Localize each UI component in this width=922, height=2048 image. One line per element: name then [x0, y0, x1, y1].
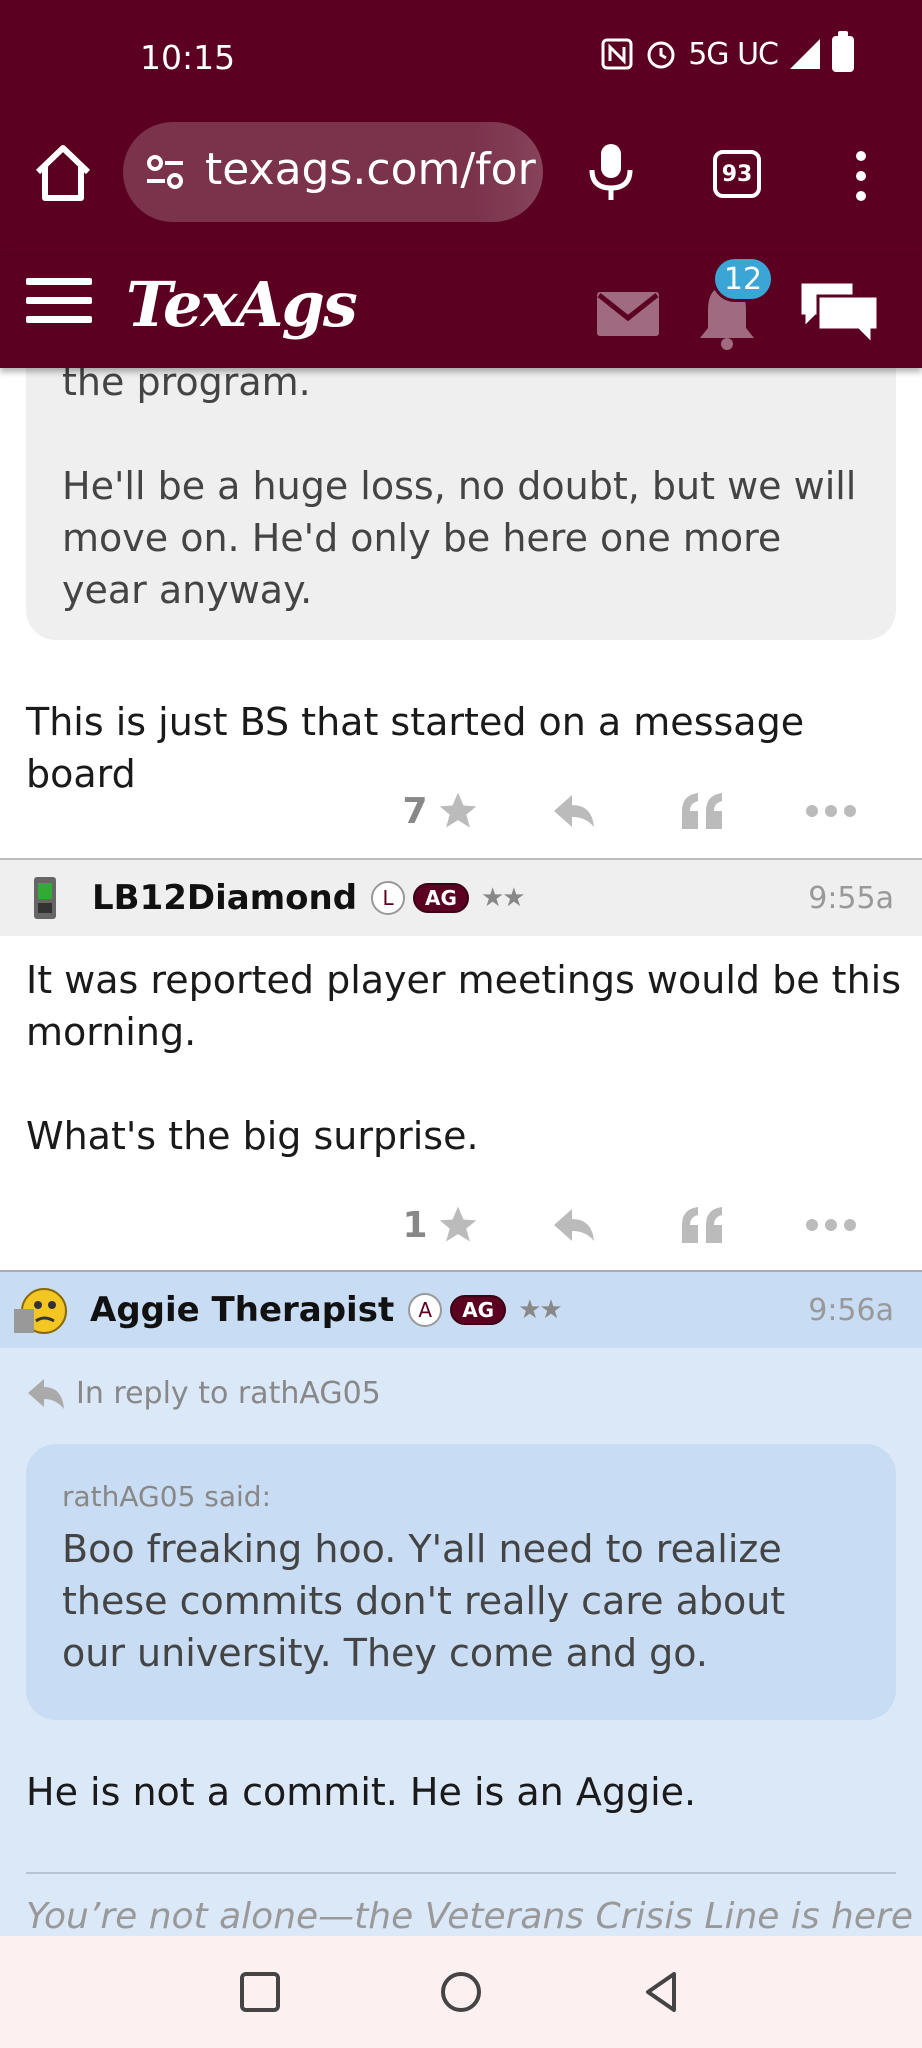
user-badge-ag: AG	[450, 1295, 507, 1325]
signature-divider	[26, 1872, 896, 1874]
status-icons: 5G UC	[600, 31, 854, 72]
username[interactable]: LB12Diamond	[92, 878, 357, 918]
system-nav-bar	[0, 1936, 922, 2048]
post-actions: 7	[376, 776, 896, 846]
reply-icon[interactable]	[506, 1203, 636, 1247]
in-reply-to-text: In reply to rathAG05	[76, 1376, 381, 1411]
home-icon[interactable]	[30, 140, 96, 206]
post-time[interactable]: 9:56a	[808, 1293, 894, 1328]
post-body: It was reported player meetings would be…	[26, 958, 902, 1158]
post-actions: 1	[376, 1190, 896, 1260]
star-icon	[439, 1206, 476, 1242]
address-bar[interactable]: texags.com/for	[123, 122, 543, 222]
post-time[interactable]: 9:55a	[808, 881, 894, 916]
user-avatar[interactable]	[12, 1281, 70, 1339]
hamburger-menu-icon[interactable]	[26, 278, 92, 334]
quoted-text: the program. He'll be a huge loss, no do…	[62, 368, 857, 612]
quote-icon[interactable]	[636, 1203, 766, 1247]
post-header: Aggie Therapist A AG ★★ 9:56a	[0, 1270, 922, 1348]
user-stars: ★★	[518, 1295, 563, 1325]
reply-icon[interactable]	[506, 789, 636, 833]
more-vertical-icon[interactable]	[848, 146, 874, 206]
quote-icon[interactable]	[636, 789, 766, 833]
home-circle-icon[interactable]	[431, 1962, 491, 2022]
microphone-icon[interactable]	[586, 142, 636, 202]
mail-icon[interactable]	[597, 292, 659, 336]
nfc-icon	[601, 38, 633, 70]
like-button[interactable]: 1	[376, 1203, 506, 1247]
battery-icon	[832, 31, 854, 72]
url-row: texags.com/for 93	[0, 120, 922, 228]
recents-icon[interactable]	[230, 1962, 290, 2022]
url-fade	[473, 122, 543, 222]
site-header: TexAgs 12	[0, 256, 922, 368]
post-header: LB12Diamond L AG ★★ 9:55a	[0, 858, 922, 936]
user-avatar[interactable]	[28, 873, 62, 923]
more-options-icon[interactable]	[766, 1203, 896, 1247]
quoted-post-box: rathAG05 said: Boo freaking hoo. Y'all n…	[26, 1444, 896, 1720]
star-icon	[439, 792, 476, 828]
like-button[interactable]: 7	[376, 789, 506, 833]
user-stars: ★★	[480, 883, 526, 913]
like-count: 7	[402, 790, 428, 832]
in-reply-to-link[interactable]: In reply to rathAG05	[26, 1376, 381, 1411]
thread-content: the program. He'll be a huge loss, no do…	[0, 368, 922, 1936]
status-bar: 10:15 5G UC	[0, 0, 922, 120]
site-settings-icon[interactable]	[145, 152, 185, 192]
quoted-post-box: the program. He'll be a huge loss, no do…	[26, 368, 896, 640]
notification-badge[interactable]: 12	[712, 256, 774, 302]
quoted-text: Boo freaking hoo. Y'all need to realize …	[62, 1527, 786, 1675]
site-logo[interactable]: TexAgs	[126, 268, 358, 341]
username[interactable]: Aggie Therapist	[90, 1290, 394, 1330]
reply-icon	[28, 1378, 64, 1409]
signal-icon	[790, 39, 820, 69]
post-body: He is not a commit. He is an Aggie.	[26, 1770, 697, 1814]
like-count: 1	[402, 1204, 428, 1246]
alarm-icon	[647, 41, 675, 69]
user-signature: You’re not alone—the Veterans Crisis Lin…	[26, 1896, 913, 1936]
user-badge-letter: A	[408, 1293, 443, 1327]
user-badge-ag: AG	[413, 883, 469, 913]
tab-switcher-button[interactable]: 93	[713, 150, 761, 198]
user-badge-letter: L	[371, 881, 406, 915]
chat-icon[interactable]	[796, 276, 882, 348]
network-label: 5G UC	[688, 36, 779, 72]
back-icon[interactable]	[632, 1962, 692, 2022]
post-aggie-therapist: Aggie Therapist A AG ★★ 9:56a In reply t…	[0, 1270, 922, 1936]
quote-attribution[interactable]: rathAG05 said:	[62, 1480, 860, 1513]
status-time: 10:15	[140, 38, 236, 77]
more-options-icon[interactable]	[766, 789, 896, 833]
